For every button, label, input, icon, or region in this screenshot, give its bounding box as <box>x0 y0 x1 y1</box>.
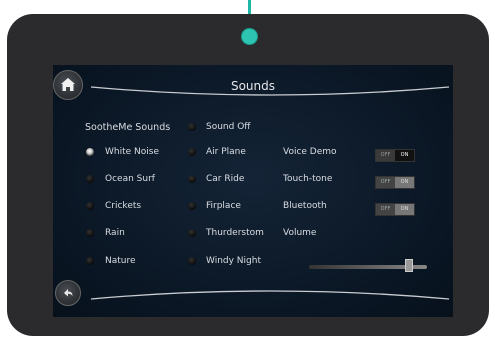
sound-label: Air Plane <box>206 147 246 157</box>
screen: Sounds SootheMe Sounds White Noise Ocean… <box>53 65 453 317</box>
page-title: Sounds <box>230 79 276 93</box>
touch-tone-toggle[interactable]: OFF ON <box>375 176 415 189</box>
radio-windy-night[interactable] <box>188 257 196 265</box>
soothe-label: Crickets <box>105 201 142 211</box>
radio-ocean-surf[interactable] <box>86 175 94 183</box>
soothe-label: Rain <box>105 228 125 238</box>
sound-label: Sound Off <box>206 122 251 132</box>
soothe-label: White Noise <box>105 147 159 157</box>
toggle-off-label: OFF <box>376 177 395 188</box>
radio-rain[interactable] <box>86 229 94 237</box>
radio-crickets[interactable] <box>86 202 94 210</box>
radio-white-noise[interactable] <box>86 148 94 156</box>
toggle-off-label: OFF <box>376 150 395 161</box>
toggle-off-label: OFF <box>376 204 395 215</box>
volume-label: Volume <box>283 228 317 238</box>
bluetooth-label: Bluetooth <box>283 201 327 211</box>
touch-tone-label: Touch-tone <box>283 174 333 184</box>
home-icon <box>61 78 75 91</box>
back-arrow-icon <box>64 289 73 297</box>
toggle-on-label: ON <box>395 204 414 215</box>
sound-label: Thurderstom <box>206 228 264 238</box>
radio-car-ride[interactable] <box>188 175 196 183</box>
toggle-on-label: ON <box>395 177 414 188</box>
bottom-divider <box>90 290 450 300</box>
radio-sound-off[interactable] <box>188 123 196 131</box>
home-button[interactable] <box>53 70 83 100</box>
toggle-on-label: ON <box>395 150 414 161</box>
radio-fireplace[interactable] <box>188 202 196 210</box>
sound-label: Firplace <box>206 201 241 211</box>
device-bezel: Sounds SootheMe Sounds White Noise Ocean… <box>7 14 489 336</box>
voice-demo-toggle[interactable]: OFF ON <box>375 149 415 162</box>
back-button[interactable] <box>55 280 81 306</box>
soothe-label: Nature <box>105 256 136 266</box>
bluetooth-toggle[interactable]: OFF ON <box>375 203 415 216</box>
sound-label: Car Ride <box>206 174 245 184</box>
radio-thunderstorm[interactable] <box>188 229 196 237</box>
radio-nature[interactable] <box>86 257 94 265</box>
voice-demo-label: Voice Demo <box>283 147 337 157</box>
radio-air-plane[interactable] <box>188 148 196 156</box>
indicator-dot <box>241 28 258 45</box>
top-bar: Sounds <box>53 65 453 109</box>
sound-label: Windy Night <box>206 256 261 266</box>
soothe-label: Ocean Surf <box>105 174 155 184</box>
soothe-heading: SootheMe Sounds <box>85 122 171 133</box>
volume-thumb[interactable] <box>405 259 414 272</box>
